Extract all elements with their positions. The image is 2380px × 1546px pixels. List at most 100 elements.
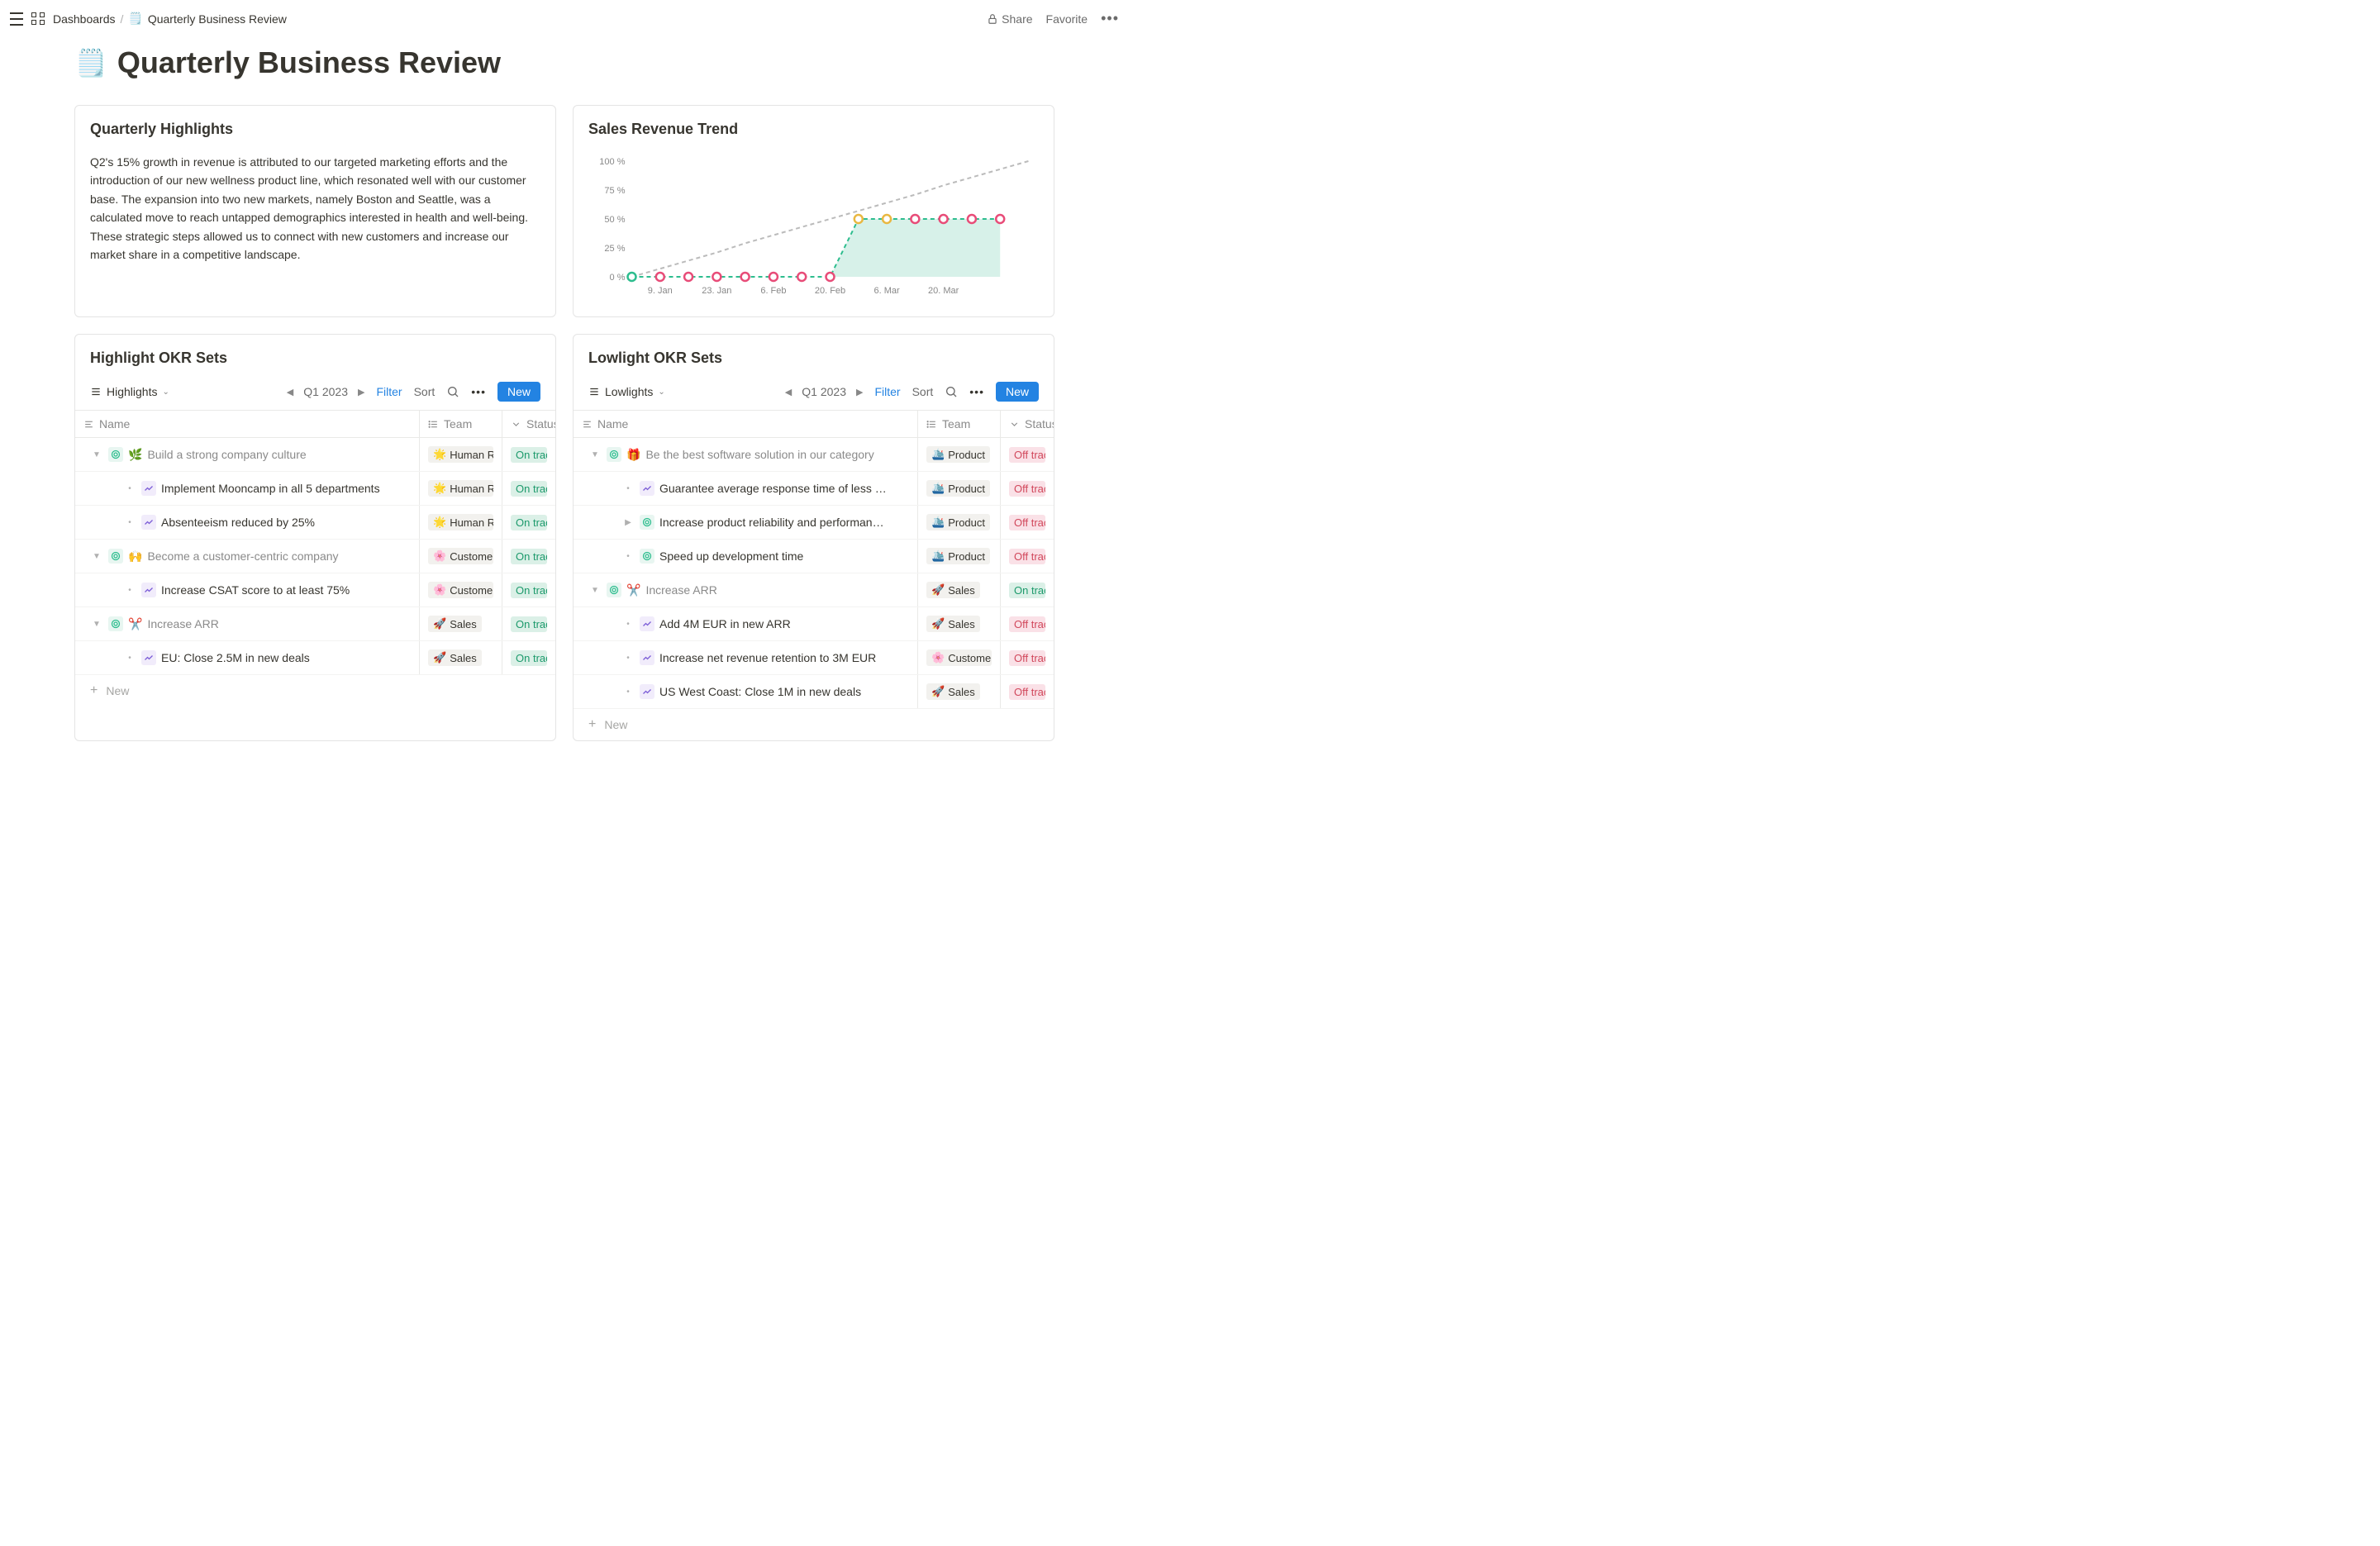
- table-row[interactable]: •Increase net revenue retention to 3M EU…: [574, 641, 1054, 675]
- chart-point[interactable]: [940, 215, 948, 223]
- menu-icon[interactable]: [10, 12, 23, 26]
- table-row[interactable]: ▼🌿Build a strong company culture🌟Human R…: [75, 438, 555, 472]
- row-name: EU: Close 2.5M in new deals: [161, 651, 310, 664]
- sort-button[interactable]: Sort: [912, 385, 934, 398]
- bullet-icon: •: [123, 583, 136, 597]
- next-period-button[interactable]: ▶: [358, 387, 364, 397]
- table-more-icon[interactable]: •••: [471, 385, 486, 398]
- team-badge: 🛳️Product: [926, 548, 990, 564]
- table-row[interactable]: •Increase CSAT score to at least 75%🌸Cus…: [75, 573, 555, 607]
- status-badge: On track: [511, 447, 547, 463]
- search-icon[interactable]: [446, 385, 459, 398]
- table-row[interactable]: •US West Coast: Close 1M in new deals🚀Sa…: [574, 675, 1054, 709]
- view-selector[interactable]: Highlights ⌄: [90, 385, 169, 398]
- table-header: Name Team Status: [75, 410, 555, 438]
- team-badge: 🛳️Product: [926, 514, 990, 530]
- filter-button[interactable]: Filter: [874, 385, 900, 398]
- team-badge: 🛳️Product: [926, 480, 990, 497]
- sort-button[interactable]: Sort: [414, 385, 436, 398]
- view-selector[interactable]: Lowlights ⌄: [588, 385, 665, 398]
- disclosure-triangle[interactable]: ▼: [90, 617, 103, 630]
- status-badge: On track: [511, 481, 547, 497]
- table-row[interactable]: •Guarantee average response time of less…: [574, 472, 1054, 506]
- status-badge: On track: [511, 650, 547, 666]
- new-button[interactable]: New: [996, 382, 1039, 402]
- table-row[interactable]: ▼🙌Become a customer-centric company🌸Cust…: [75, 540, 555, 573]
- table-row[interactable]: ▼🎁Be the best software solution in our c…: [574, 438, 1054, 472]
- chart-point[interactable]: [797, 273, 806, 281]
- column-team[interactable]: Team: [419, 411, 502, 437]
- plus-icon: +: [90, 683, 98, 698]
- prev-period-button[interactable]: ◀: [785, 387, 792, 397]
- disclosure-triangle[interactable]: ▼: [588, 583, 602, 597]
- column-status[interactable]: Status: [502, 411, 555, 437]
- table-row[interactable]: ▶Increase product reliability and perfor…: [574, 506, 1054, 540]
- table-rows: ▼🎁Be the best software solution in our c…: [574, 438, 1054, 709]
- row-name: Build a strong company culture: [147, 448, 306, 461]
- topbar: Dashboards / 🗒️ Quarterly Business Revie…: [0, 0, 1129, 37]
- period-label[interactable]: Q1 2023: [802, 385, 846, 398]
- column-team[interactable]: Team: [917, 411, 1000, 437]
- prev-period-button[interactable]: ◀: [287, 387, 293, 397]
- table-row[interactable]: •Add 4M EUR in new ARR🚀SalesOff track: [574, 607, 1054, 641]
- filter-button[interactable]: Filter: [376, 385, 402, 398]
- status-badge: Off track: [1009, 650, 1045, 666]
- new-row-button[interactable]: + New: [574, 709, 1054, 740]
- breadcrumb: Dashboards / 🗒️ Quarterly Business Revie…: [53, 12, 287, 26]
- disclosure-triangle[interactable]: ▶: [621, 516, 635, 529]
- table-more-icon[interactable]: •••: [969, 385, 984, 398]
- table-row[interactable]: •EU: Close 2.5M in new deals🚀SalesOn tra…: [75, 641, 555, 675]
- chart-point[interactable]: [628, 273, 636, 281]
- chart-point[interactable]: [883, 215, 891, 223]
- x-tick-label: 6. Mar: [873, 286, 900, 296]
- period-label[interactable]: Q1 2023: [303, 385, 348, 398]
- disclosure-triangle[interactable]: ▼: [588, 448, 602, 461]
- card-title: Quarterly Highlights: [90, 121, 540, 138]
- status-badge: On track: [1009, 583, 1045, 598]
- chart-point[interactable]: [826, 273, 835, 281]
- metric-icon: [640, 650, 654, 665]
- share-button[interactable]: Share: [987, 12, 1032, 26]
- chart-point[interactable]: [656, 273, 664, 281]
- chart-point[interactable]: [684, 273, 693, 281]
- chart-point[interactable]: [769, 273, 778, 281]
- chart-point[interactable]: [712, 273, 721, 281]
- table-row[interactable]: ▼✂️Increase ARR🚀SalesOn track: [75, 607, 555, 641]
- table-row[interactable]: •Implement Mooncamp in all 5 departments…: [75, 472, 555, 506]
- disclosure-triangle[interactable]: ▼: [90, 448, 103, 461]
- new-button[interactable]: New: [497, 382, 540, 402]
- dashboards-grid-icon[interactable]: [31, 12, 45, 26]
- row-name: US West Coast: Close 1M in new deals: [659, 685, 861, 698]
- breadcrumb-root[interactable]: Dashboards: [53, 12, 116, 26]
- chart-point[interactable]: [968, 215, 976, 223]
- highlight-okr-card: Highlight OKR Sets Highlights ⌄ ◀ Q1 202…: [74, 334, 556, 741]
- table-row[interactable]: ▼✂️Increase ARR🚀SalesOn track: [574, 573, 1054, 607]
- table-row[interactable]: •Absenteeism reduced by 25%🌟Human Resour…: [75, 506, 555, 540]
- y-tick-label: 25 %: [604, 244, 625, 254]
- card-title: Sales Revenue Trend: [588, 121, 1039, 138]
- chevron-down-icon: ⌄: [658, 388, 664, 397]
- target-icon: [607, 583, 621, 597]
- chart-point[interactable]: [854, 215, 863, 223]
- page-title-text: Quarterly Business Review: [117, 45, 501, 80]
- more-icon[interactable]: •••: [1101, 10, 1119, 27]
- column-status[interactable]: Status: [1000, 411, 1054, 437]
- metric-icon: [141, 481, 156, 496]
- chart-point[interactable]: [911, 215, 919, 223]
- row-name: Increase CSAT score to at least 75%: [161, 583, 350, 597]
- new-row-button[interactable]: + New: [75, 675, 555, 706]
- column-name[interactable]: Name: [75, 411, 419, 437]
- search-icon[interactable]: [945, 385, 958, 398]
- chart-point[interactable]: [741, 273, 750, 281]
- next-period-button[interactable]: ▶: [856, 387, 863, 397]
- breadcrumb-page[interactable]: Quarterly Business Review: [148, 12, 287, 26]
- table-row[interactable]: •Speed up development time🛳️ProductOff t…: [574, 540, 1054, 573]
- y-tick-label: 50 %: [604, 215, 625, 225]
- favorite-button[interactable]: Favorite: [1046, 12, 1088, 26]
- column-name[interactable]: Name: [574, 411, 917, 437]
- chevron-down-icon: ⌄: [162, 388, 169, 397]
- page-icon[interactable]: 🗒️: [74, 47, 107, 78]
- row-emoji: 🙌: [128, 549, 142, 564]
- disclosure-triangle[interactable]: ▼: [90, 549, 103, 563]
- chart-point[interactable]: [996, 215, 1004, 223]
